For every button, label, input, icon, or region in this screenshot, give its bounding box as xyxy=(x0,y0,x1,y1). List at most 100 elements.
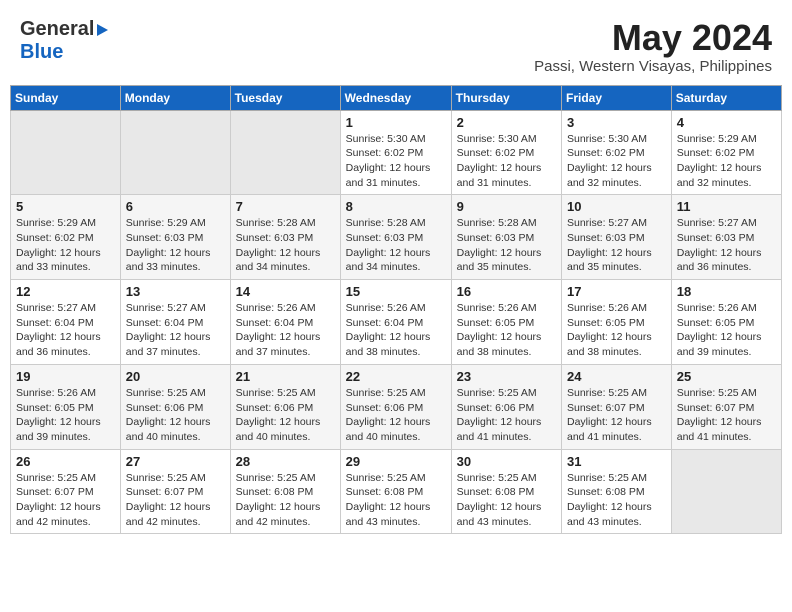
cell-date: 6 xyxy=(126,199,225,214)
cell-content: Sunrise: 5:26 AM Sunset: 6:05 PM Dayligh… xyxy=(16,386,115,445)
logo-general-text: General xyxy=(20,18,94,41)
cell-date: 4 xyxy=(677,115,776,130)
calendar-cell: 9Sunrise: 5:28 AM Sunset: 6:03 PM Daylig… xyxy=(451,195,561,280)
day-header-sunday: Sunday xyxy=(11,85,121,110)
cell-content: Sunrise: 5:28 AM Sunset: 6:03 PM Dayligh… xyxy=(346,216,446,275)
cell-content: Sunrise: 5:27 AM Sunset: 6:04 PM Dayligh… xyxy=(16,301,115,360)
cell-date: 15 xyxy=(346,284,446,299)
calendar-cell: 3Sunrise: 5:30 AM Sunset: 6:02 PM Daylig… xyxy=(562,110,672,195)
cell-content: Sunrise: 5:27 AM Sunset: 6:04 PM Dayligh… xyxy=(126,301,225,360)
calendar-cell xyxy=(230,110,340,195)
calendar-cell: 27 Sunrise: 5:25 AM Sunset: 6:07 PM Dayli… xyxy=(120,449,230,534)
calendar-cell: 24 Sunrise: 5:25 AM Sunset: 6:07 PM Dayli… xyxy=(562,364,672,449)
calendar-week-1: 1 Sunrise: 5:30 AM Sunset: 6:02 PM Daylig… xyxy=(11,110,782,195)
cell-date: 31 xyxy=(567,454,666,469)
cell-date: 17 xyxy=(567,284,666,299)
page-header: General Blue May 2024 Passi, Western Vis… xyxy=(10,10,782,79)
cell-content: Sunrise: 5:26 AM Sunset: 6:04 PM Dayligh… xyxy=(236,301,335,360)
cell-content: Sunrise: 5:26 AM Sunset: 6:05 PM Dayligh… xyxy=(457,301,556,360)
cell-content: Sunrise: 5:30 AM Sunset: 6:02 PM Dayligh… xyxy=(457,132,556,191)
cell-content: Sunrise: 5:25 AM Sunset: 6:06 PM Dayligh… xyxy=(346,386,446,445)
cell-date: 10 xyxy=(567,199,666,214)
cell-content: Sunrise: 5:25 AM Sunset: 6:06 PM Dayligh… xyxy=(236,386,335,445)
calendar-cell: 23 Sunrise: 5:25 AM Sunset: 6:06 PM Dayli… xyxy=(451,364,561,449)
cell-date: 25 xyxy=(677,369,776,384)
cell-content: Sunrise: 5:27 AM Sunset: 6:03 PM Dayligh… xyxy=(677,216,776,275)
calendar-week-5: 26 Sunrise: 5:25 AM Sunset: 6:07 PM Dayli… xyxy=(11,449,782,534)
calendar-cell: 25 Sunrise: 5:25 AM Sunset: 6:07 PM Dayli… xyxy=(671,364,781,449)
calendar-cell xyxy=(120,110,230,195)
calendar-cell: 12 Sunrise: 5:27 AM Sunset: 6:04 PM Dayli… xyxy=(11,280,121,365)
cell-date: 9 xyxy=(457,199,556,214)
calendar-week-4: 19 Sunrise: 5:26 AM Sunset: 6:05 PM Dayli… xyxy=(11,364,782,449)
calendar-cell: 5 Sunrise: 5:29 AM Sunset: 6:02 PM Daylig… xyxy=(11,195,121,280)
calendar-cell: 30 Sunrise: 5:25 AM Sunset: 6:08 PM Dayli… xyxy=(451,449,561,534)
calendar-week-2: 5 Sunrise: 5:29 AM Sunset: 6:02 PM Daylig… xyxy=(11,195,782,280)
cell-content: Sunrise: 5:25 AM Sunset: 6:08 PM Dayligh… xyxy=(567,471,666,530)
calendar-cell: 28Sunrise: 5:25 AM Sunset: 6:08 PM Dayli… xyxy=(230,449,340,534)
cell-content: Sunrise: 5:25 AM Sunset: 6:07 PM Dayligh… xyxy=(126,471,225,530)
cell-date: 1 xyxy=(346,115,446,130)
cell-date: 23 xyxy=(457,369,556,384)
cell-content: Sunrise: 5:25 AM Sunset: 6:07 PM Dayligh… xyxy=(677,386,776,445)
logo-blue-text: Blue xyxy=(20,41,108,64)
calendar-cell: 6 Sunrise: 5:29 AM Sunset: 6:03 PM Daylig… xyxy=(120,195,230,280)
cell-date: 27 xyxy=(126,454,225,469)
calendar-week-3: 12 Sunrise: 5:27 AM Sunset: 6:04 PM Dayli… xyxy=(11,280,782,365)
calendar-cell: 19 Sunrise: 5:26 AM Sunset: 6:05 PM Dayli… xyxy=(11,364,121,449)
calendar-table: SundayMondayTuesdayWednesdayThursdayFrid… xyxy=(10,85,782,535)
calendar-cell: 1 Sunrise: 5:30 AM Sunset: 6:02 PM Daylig… xyxy=(340,110,451,195)
cell-date: 7 xyxy=(236,199,335,214)
calendar-cell: 4Sunrise: 5:29 AM Sunset: 6:02 PM Daylig… xyxy=(671,110,781,195)
month-title: May 2024 xyxy=(534,18,772,58)
cell-date: 28 xyxy=(236,454,335,469)
cell-date: 18 xyxy=(677,284,776,299)
calendar-cell: 7 Sunrise: 5:28 AM Sunset: 6:03 PM Daylig… xyxy=(230,195,340,280)
cell-date: 12 xyxy=(16,284,115,299)
cell-date: 14 xyxy=(236,284,335,299)
cell-content: Sunrise: 5:29 AM Sunset: 6:02 PM Dayligh… xyxy=(16,216,115,275)
calendar-cell xyxy=(11,110,121,195)
calendar-cell: 21 Sunrise: 5:25 AM Sunset: 6:06 PM Dayli… xyxy=(230,364,340,449)
calendar-cell: 22Sunrise: 5:25 AM Sunset: 6:06 PM Dayli… xyxy=(340,364,451,449)
cell-date: 24 xyxy=(567,369,666,384)
cell-date: 30 xyxy=(457,454,556,469)
location-text: Passi, Western Visayas, Philippines xyxy=(534,58,772,75)
cell-content: Sunrise: 5:30 AM Sunset: 6:02 PM Dayligh… xyxy=(346,132,446,191)
cell-content: Sunrise: 5:26 AM Sunset: 6:05 PM Dayligh… xyxy=(677,301,776,360)
cell-date: 5 xyxy=(16,199,115,214)
calendar-cell: 17Sunrise: 5:26 AM Sunset: 6:05 PM Dayli… xyxy=(562,280,672,365)
cell-content: Sunrise: 5:25 AM Sunset: 6:07 PM Dayligh… xyxy=(567,386,666,445)
calendar-cell: 15Sunrise: 5:26 AM Sunset: 6:04 PM Dayli… xyxy=(340,280,451,365)
cell-content: Sunrise: 5:30 AM Sunset: 6:02 PM Dayligh… xyxy=(567,132,666,191)
cell-content: Sunrise: 5:25 AM Sunset: 6:06 PM Dayligh… xyxy=(126,386,225,445)
day-header-thursday: Thursday xyxy=(451,85,561,110)
calendar-cell: 10 Sunrise: 5:27 AM Sunset: 6:03 PM Dayli… xyxy=(562,195,672,280)
calendar-cell: 14 Sunrise: 5:26 AM Sunset: 6:04 PM Dayli… xyxy=(230,280,340,365)
cell-date: 13 xyxy=(126,284,225,299)
cell-content: Sunrise: 5:28 AM Sunset: 6:03 PM Dayligh… xyxy=(236,216,335,275)
calendar-cell: 8Sunrise: 5:28 AM Sunset: 6:03 PM Daylig… xyxy=(340,195,451,280)
cell-content: Sunrise: 5:25 AM Sunset: 6:06 PM Dayligh… xyxy=(457,386,556,445)
cell-content: Sunrise: 5:25 AM Sunset: 6:08 PM Dayligh… xyxy=(457,471,556,530)
cell-date: 11 xyxy=(677,199,776,214)
cell-date: 29 xyxy=(346,454,446,469)
cell-content: Sunrise: 5:29 AM Sunset: 6:03 PM Dayligh… xyxy=(126,216,225,275)
calendar-header-row: SundayMondayTuesdayWednesdayThursdayFrid… xyxy=(11,85,782,110)
cell-date: 19 xyxy=(16,369,115,384)
calendar-cell: 31 Sunrise: 5:25 AM Sunset: 6:08 PM Dayli… xyxy=(562,449,672,534)
day-header-monday: Monday xyxy=(120,85,230,110)
cell-date: 26 xyxy=(16,454,115,469)
title-area: May 2024 Passi, Western Visayas, Philipp… xyxy=(534,18,772,75)
cell-content: Sunrise: 5:25 AM Sunset: 6:08 PM Dayligh… xyxy=(346,471,446,530)
calendar-body: 1 Sunrise: 5:30 AM Sunset: 6:02 PM Daylig… xyxy=(11,110,782,534)
cell-content: Sunrise: 5:27 AM Sunset: 6:03 PM Dayligh… xyxy=(567,216,666,275)
cell-date: 21 xyxy=(236,369,335,384)
logo: General Blue xyxy=(20,18,108,64)
logo-arrow-icon xyxy=(97,24,108,36)
calendar-cell: 18 Sunrise: 5:26 AM Sunset: 6:05 PM Dayli… xyxy=(671,280,781,365)
calendar-cell: 20Sunrise: 5:25 AM Sunset: 6:06 PM Dayli… xyxy=(120,364,230,449)
calendar-cell xyxy=(671,449,781,534)
cell-date: 16 xyxy=(457,284,556,299)
calendar-cell: 26Sunrise: 5:25 AM Sunset: 6:07 PM Dayli… xyxy=(11,449,121,534)
